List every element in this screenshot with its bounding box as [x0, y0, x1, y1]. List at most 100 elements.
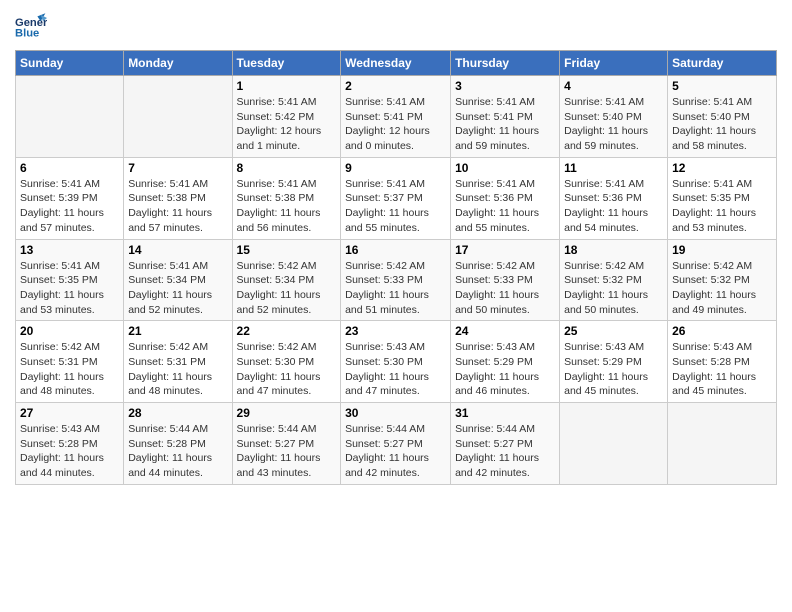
- day-number: 14: [128, 243, 227, 257]
- day-number: 6: [20, 161, 119, 175]
- day-number: 2: [345, 79, 446, 93]
- day-cell: 13 Sunrise: 5:41 AM Sunset: 5:35 PM Dayli…: [16, 239, 124, 321]
- day-number: 10: [455, 161, 555, 175]
- day-cell: 2 Sunrise: 5:41 AM Sunset: 5:41 PM Daylig…: [341, 76, 451, 158]
- day-number: 21: [128, 324, 227, 338]
- day-number: 8: [237, 161, 337, 175]
- day-cell: 28Sunrise: 5:44 AM Sunset: 5:28 PM Dayli…: [124, 403, 232, 485]
- day-cell: 3 Sunrise: 5:41 AM Sunset: 5:41 PM Daylig…: [451, 76, 560, 158]
- day-number: 19: [672, 243, 772, 257]
- day-cell: 6 Sunrise: 5:41 AM Sunset: 5:39 PM Daylig…: [16, 157, 124, 239]
- day-info: Sunrise: 5:42 AM Sunset: 5:30 PM Dayligh…: [237, 340, 337, 399]
- day-cell: [16, 76, 124, 158]
- day-info: Sunrise: 5:44 AM Sunset: 5:27 PM Dayligh…: [345, 422, 446, 481]
- day-number: 28: [128, 406, 227, 420]
- day-info: Sunrise: 5:41 AM Sunset: 5:39 PM Dayligh…: [20, 177, 119, 236]
- day-number: 27: [20, 406, 119, 420]
- day-cell: 4Sunrise: 5:41 AM Sunset: 5:40 PM Daylig…: [560, 76, 668, 158]
- day-info: Sunrise: 5:44 AM Sunset: 5:27 PM Dayligh…: [455, 422, 555, 481]
- day-info: Sunrise: 5:41 AM Sunset: 5:35 PM Dayligh…: [672, 177, 772, 236]
- day-info: Sunrise: 5:42 AM Sunset: 5:31 PM Dayligh…: [20, 340, 119, 399]
- day-number: 11: [564, 161, 663, 175]
- day-cell: 24 Sunrise: 5:43 AM Sunset: 5:29 PM Dayli…: [451, 321, 560, 403]
- day-info: Sunrise: 5:41 AM Sunset: 5:34 PM Dayligh…: [128, 259, 227, 318]
- day-cell: 14 Sunrise: 5:41 AM Sunset: 5:34 PM Dayli…: [124, 239, 232, 321]
- day-number: 18: [564, 243, 663, 257]
- col-header-thursday: Thursday: [451, 51, 560, 76]
- day-number: 26: [672, 324, 772, 338]
- day-info: Sunrise: 5:41 AM Sunset: 5:40 PM Dayligh…: [564, 95, 663, 154]
- day-number: 25: [564, 324, 663, 338]
- day-info: Sunrise: 5:42 AM Sunset: 5:33 PM Dayligh…: [455, 259, 555, 318]
- day-cell: 22 Sunrise: 5:42 AM Sunset: 5:30 PM Dayli…: [232, 321, 341, 403]
- day-info: Sunrise: 5:41 AM Sunset: 5:36 PM Dayligh…: [564, 177, 663, 236]
- svg-text:Blue: Blue: [15, 27, 39, 39]
- day-info: Sunrise: 5:42 AM Sunset: 5:31 PM Dayligh…: [128, 340, 227, 399]
- day-number: 7: [128, 161, 227, 175]
- day-number: 1: [237, 79, 337, 93]
- day-cell: [668, 403, 777, 485]
- week-row-4: 20Sunrise: 5:42 AM Sunset: 5:31 PM Dayli…: [16, 321, 777, 403]
- day-info: Sunrise: 5:41 AM Sunset: 5:40 PM Dayligh…: [672, 95, 772, 154]
- page-header: General Blue: [15, 10, 777, 42]
- day-info: Sunrise: 5:44 AM Sunset: 5:27 PM Dayligh…: [237, 422, 337, 481]
- day-info: Sunrise: 5:41 AM Sunset: 5:36 PM Dayligh…: [455, 177, 555, 236]
- day-cell: 30 Sunrise: 5:44 AM Sunset: 5:27 PM Dayli…: [341, 403, 451, 485]
- day-info: Sunrise: 5:43 AM Sunset: 5:30 PM Dayligh…: [345, 340, 446, 399]
- header-row: SundayMondayTuesdayWednesdayThursdayFrid…: [16, 51, 777, 76]
- day-info: Sunrise: 5:41 AM Sunset: 5:42 PM Dayligh…: [237, 95, 337, 154]
- day-number: 30: [345, 406, 446, 420]
- day-cell: 7 Sunrise: 5:41 AM Sunset: 5:38 PM Daylig…: [124, 157, 232, 239]
- day-cell: 17 Sunrise: 5:42 AM Sunset: 5:33 PM Dayli…: [451, 239, 560, 321]
- day-number: 5: [672, 79, 772, 93]
- day-number: 29: [237, 406, 337, 420]
- day-info: Sunrise: 5:42 AM Sunset: 5:32 PM Dayligh…: [564, 259, 663, 318]
- day-cell: 27 Sunrise: 5:43 AM Sunset: 5:28 PM Dayli…: [16, 403, 124, 485]
- day-info: Sunrise: 5:43 AM Sunset: 5:29 PM Dayligh…: [455, 340, 555, 399]
- day-cell: 20Sunrise: 5:42 AM Sunset: 5:31 PM Dayli…: [16, 321, 124, 403]
- day-info: Sunrise: 5:42 AM Sunset: 5:33 PM Dayligh…: [345, 259, 446, 318]
- day-number: 23: [345, 324, 446, 338]
- day-info: Sunrise: 5:41 AM Sunset: 5:37 PM Dayligh…: [345, 177, 446, 236]
- day-cell: 10 Sunrise: 5:41 AM Sunset: 5:36 PM Dayli…: [451, 157, 560, 239]
- week-row-1: 1 Sunrise: 5:41 AM Sunset: 5:42 PM Daylig…: [16, 76, 777, 158]
- day-cell: 19Sunrise: 5:42 AM Sunset: 5:32 PM Dayli…: [668, 239, 777, 321]
- day-cell: 25Sunrise: 5:43 AM Sunset: 5:29 PM Dayli…: [560, 321, 668, 403]
- day-cell: 26 Sunrise: 5:43 AM Sunset: 5:28 PM Dayli…: [668, 321, 777, 403]
- day-number: 3: [455, 79, 555, 93]
- day-number: 12: [672, 161, 772, 175]
- week-row-2: 6 Sunrise: 5:41 AM Sunset: 5:39 PM Daylig…: [16, 157, 777, 239]
- day-info: Sunrise: 5:41 AM Sunset: 5:38 PM Dayligh…: [237, 177, 337, 236]
- day-number: 31: [455, 406, 555, 420]
- day-cell: 29 Sunrise: 5:44 AM Sunset: 5:27 PM Dayli…: [232, 403, 341, 485]
- day-info: Sunrise: 5:41 AM Sunset: 5:38 PM Dayligh…: [128, 177, 227, 236]
- day-info: Sunrise: 5:41 AM Sunset: 5:41 PM Dayligh…: [345, 95, 446, 154]
- day-cell: [124, 76, 232, 158]
- day-number: 16: [345, 243, 446, 257]
- day-number: 22: [237, 324, 337, 338]
- col-header-sunday: Sunday: [16, 51, 124, 76]
- day-number: 13: [20, 243, 119, 257]
- day-cell: 5 Sunrise: 5:41 AM Sunset: 5:40 PM Daylig…: [668, 76, 777, 158]
- day-info: Sunrise: 5:42 AM Sunset: 5:34 PM Dayligh…: [237, 259, 337, 318]
- calendar-table: SundayMondayTuesdayWednesdayThursdayFrid…: [15, 50, 777, 485]
- day-number: 9: [345, 161, 446, 175]
- day-number: 24: [455, 324, 555, 338]
- logo: General Blue: [15, 10, 51, 42]
- day-cell: 12 Sunrise: 5:41 AM Sunset: 5:35 PM Dayli…: [668, 157, 777, 239]
- week-row-5: 27 Sunrise: 5:43 AM Sunset: 5:28 PM Dayli…: [16, 403, 777, 485]
- day-info: Sunrise: 5:41 AM Sunset: 5:35 PM Dayligh…: [20, 259, 119, 318]
- day-cell: 11 Sunrise: 5:41 AM Sunset: 5:36 PM Dayli…: [560, 157, 668, 239]
- day-cell: 18 Sunrise: 5:42 AM Sunset: 5:32 PM Dayli…: [560, 239, 668, 321]
- col-header-monday: Monday: [124, 51, 232, 76]
- day-cell: 15Sunrise: 5:42 AM Sunset: 5:34 PM Dayli…: [232, 239, 341, 321]
- day-info: Sunrise: 5:41 AM Sunset: 5:41 PM Dayligh…: [455, 95, 555, 154]
- day-info: Sunrise: 5:43 AM Sunset: 5:28 PM Dayligh…: [20, 422, 119, 481]
- col-header-saturday: Saturday: [668, 51, 777, 76]
- day-number: 17: [455, 243, 555, 257]
- col-header-tuesday: Tuesday: [232, 51, 341, 76]
- day-info: Sunrise: 5:43 AM Sunset: 5:28 PM Dayligh…: [672, 340, 772, 399]
- day-cell: 31 Sunrise: 5:44 AM Sunset: 5:27 PM Dayli…: [451, 403, 560, 485]
- day-cell: 21 Sunrise: 5:42 AM Sunset: 5:31 PM Dayli…: [124, 321, 232, 403]
- col-header-wednesday: Wednesday: [341, 51, 451, 76]
